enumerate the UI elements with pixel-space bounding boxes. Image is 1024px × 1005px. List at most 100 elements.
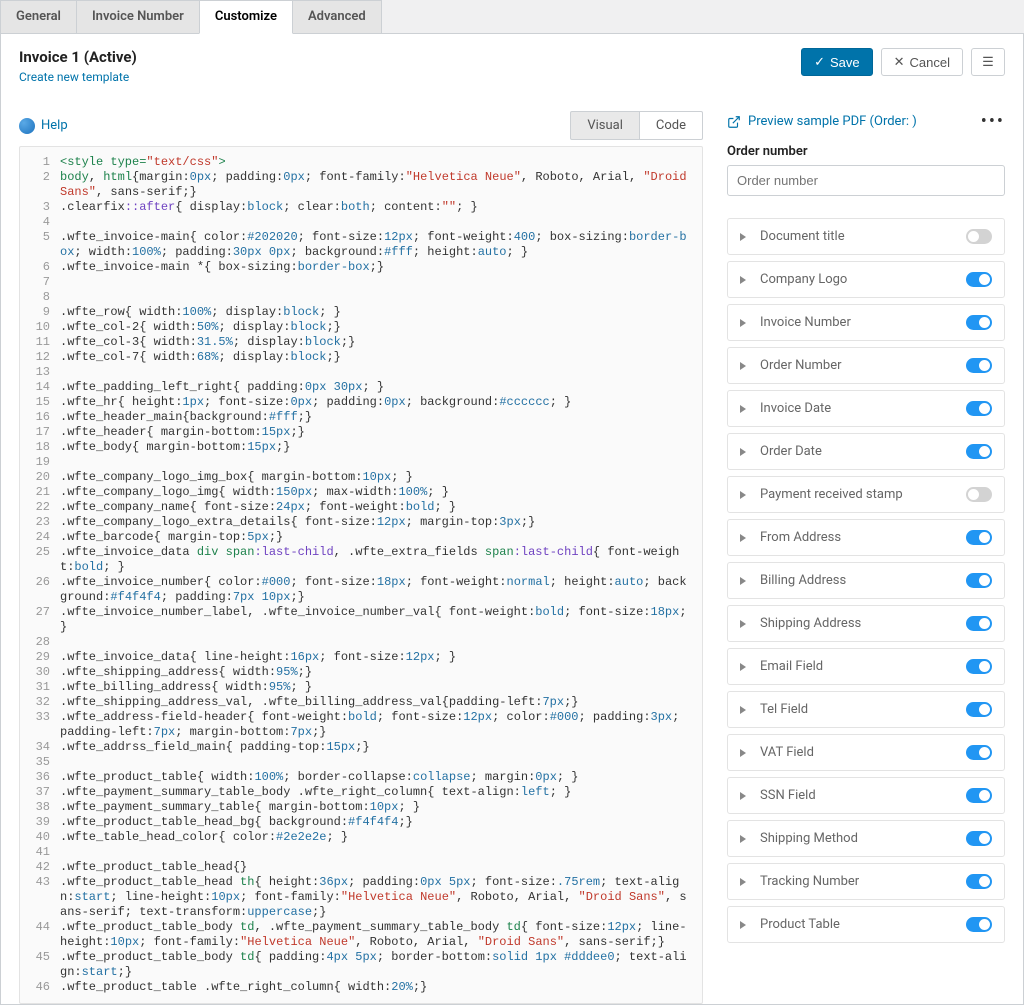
toggle-switch[interactable] (966, 874, 992, 889)
code-line: 15.wfte_hr{ height:1px; font-size:0px; p… (20, 395, 702, 410)
chevron-right-icon (740, 362, 746, 370)
toggle-switch[interactable] (966, 530, 992, 545)
accordion-label: Billing Address (760, 573, 966, 588)
code-line: 33.wfte_address-field-header{ font-weigh… (20, 710, 702, 740)
editor-mode-switch: Visual Code (570, 111, 703, 140)
accordion-shipping-method[interactable]: Shipping Method (727, 820, 1005, 857)
toggle-switch[interactable] (966, 444, 992, 459)
code-text (60, 755, 702, 770)
accordion-invoice-date[interactable]: Invoice Date (727, 390, 1005, 427)
code-line: 21.wfte_company_logo_img{ width:150px; m… (20, 485, 702, 500)
toggle-switch[interactable] (966, 788, 992, 803)
preview-pdf-link[interactable]: Preview sample PDF (Order: ) (727, 114, 917, 129)
accordion-from-address[interactable]: From Address (727, 519, 1005, 556)
accordion-label: Email Field (760, 659, 966, 674)
accordion-invoice-number[interactable]: Invoice Number (727, 304, 1005, 341)
code-text (60, 845, 702, 860)
code-line: 46.wfte_product_table .wfte_right_column… (20, 980, 702, 995)
toggle-switch[interactable] (966, 659, 992, 674)
line-number: 30 (20, 665, 60, 680)
code-line: 45.wfte_product_table_body td{ padding:4… (20, 950, 702, 980)
accordion-tracking-number[interactable]: Tracking Number (727, 863, 1005, 900)
line-number: 35 (20, 755, 60, 770)
create-template-link[interactable]: Create new template (19, 70, 129, 84)
order-number-label: Order number (727, 144, 1005, 159)
preview-more-button[interactable]: ••• (981, 111, 1005, 132)
accordion-document-title[interactable]: Document title (727, 218, 1005, 255)
code-line: 36.wfte_product_table{ width:100%; borde… (20, 770, 702, 785)
toggle-switch[interactable] (966, 358, 992, 373)
external-link-icon (727, 115, 741, 129)
code-text: .wfte_col-2{ width:50%; display:block;} (60, 320, 702, 335)
code-text: .wfte_invoice_data div span:last-child, … (60, 545, 702, 575)
line-number: 8 (20, 290, 60, 305)
line-number: 19 (20, 455, 60, 470)
accordion-ssn-field[interactable]: SSN Field (727, 777, 1005, 814)
code-text: .wfte_shipping_address{ width:95%;} (60, 665, 702, 680)
code-line: 14.wfte_padding_left_right{ padding:0px … (20, 380, 702, 395)
code-text: .wfte_address-field-header{ font-weight:… (60, 710, 702, 740)
line-number: 33 (20, 710, 60, 740)
code-text: .wfte_shipping_address_val, .wfte_billin… (60, 695, 702, 710)
accordion-shipping-address[interactable]: Shipping Address (727, 605, 1005, 642)
accordion-tel-field[interactable]: Tel Field (727, 691, 1005, 728)
toggle-switch[interactable] (966, 745, 992, 760)
code-line: 31.wfte_billing_address{ width:95%; } (20, 680, 702, 695)
code-text: .wfte_invoice-main *{ box-sizing:border-… (60, 260, 702, 275)
accordion-label: Shipping Address (760, 616, 966, 631)
code-text: .wfte_company_name{ font-size:24px; font… (60, 500, 702, 515)
code-text: .wfte_table_head_color{ color:#2e2e2e; } (60, 830, 702, 845)
code-line: 39.wfte_product_table_head_bg{ backgroun… (20, 815, 702, 830)
chevron-right-icon (740, 534, 746, 542)
code-text: .wfte_invoice-main{ color:#202020; font-… (60, 230, 702, 260)
accordion-label: Document title (760, 229, 966, 244)
help-link[interactable]: Help (19, 118, 68, 134)
tab-general[interactable]: General (0, 0, 77, 33)
toggle-switch[interactable] (966, 702, 992, 717)
toggle-switch[interactable] (966, 831, 992, 846)
accordion-product-table[interactable]: Product Table (727, 906, 1005, 943)
line-number: 37 (20, 785, 60, 800)
code-text: body, html{margin:0px; padding:0px; font… (60, 170, 702, 200)
save-button[interactable]: ✓ Save (801, 48, 873, 76)
toggle-switch[interactable] (966, 272, 992, 287)
line-number: 29 (20, 650, 60, 665)
code-editor[interactable]: 1<style type="text/css">2body, html{marg… (19, 146, 703, 1004)
accordion-label: Order Number (760, 358, 966, 373)
order-number-input[interactable] (727, 165, 1005, 196)
accordion-email-field[interactable]: Email Field (727, 648, 1005, 685)
accordion-billing-address[interactable]: Billing Address (727, 562, 1005, 599)
accordion-vat-field[interactable]: VAT Field (727, 734, 1005, 771)
toggle-switch[interactable] (966, 573, 992, 588)
code-text: .wfte_col-3{ width:31.5%; display:block;… (60, 335, 702, 350)
toggle-switch[interactable] (966, 917, 992, 932)
toggle-switch[interactable] (966, 616, 992, 631)
cancel-button[interactable]: ✕ Cancel (881, 48, 963, 76)
tab-customize[interactable]: Customize (199, 0, 293, 34)
preview-pdf-label: Preview sample PDF (Order: ) (748, 114, 917, 129)
code-line: 4 (20, 215, 702, 230)
chevron-right-icon (740, 921, 746, 929)
code-text: .wfte_addrss_field_main{ padding-top:15p… (60, 740, 702, 755)
line-number: 28 (20, 635, 60, 650)
tab-invoice-number[interactable]: Invoice Number (76, 0, 200, 33)
code-text: .wfte_payment_summary_table_body .wfte_r… (60, 785, 702, 800)
line-number: 43 (20, 875, 60, 920)
code-line: 25.wfte_invoice_data div span:last-child… (20, 545, 702, 575)
toggle-switch[interactable] (966, 487, 992, 502)
accordion-company-logo[interactable]: Company Logo (727, 261, 1005, 298)
accordion-payment-received-stamp[interactable]: Payment received stamp (727, 476, 1005, 513)
toggle-switch[interactable] (966, 315, 992, 330)
code-tab[interactable]: Code (639, 111, 703, 140)
toggle-switch[interactable] (966, 229, 992, 244)
code-line: 37.wfte_payment_summary_table_body .wfte… (20, 785, 702, 800)
visual-tab[interactable]: Visual (570, 111, 639, 140)
code-line: 12.wfte_col-7{ width:68%; display:block;… (20, 350, 702, 365)
toggle-switch[interactable] (966, 401, 992, 416)
tab-advanced[interactable]: Advanced (292, 0, 382, 33)
accordion-label: Payment received stamp (760, 487, 966, 502)
accordion-label: Product Table (760, 917, 966, 932)
more-menu-button[interactable]: ☰ (971, 48, 1005, 76)
accordion-order-number[interactable]: Order Number (727, 347, 1005, 384)
accordion-order-date[interactable]: Order Date (727, 433, 1005, 470)
